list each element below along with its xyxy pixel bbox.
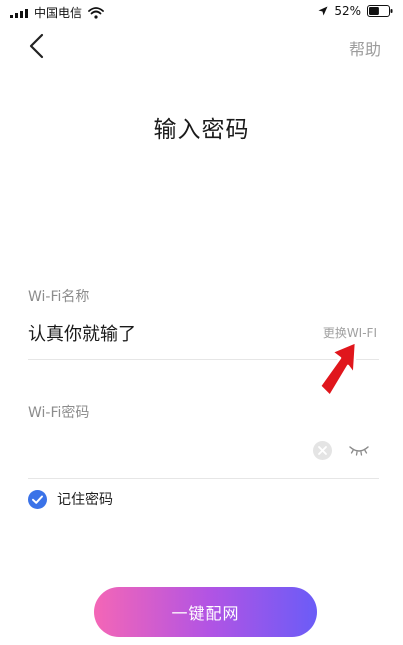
one-click-connect-button[interactable]: 一键配网 [94,587,317,637]
wifi-name-label: Wi-Fi名称 [28,289,90,305]
status-left: 中国电信 [10,4,104,21]
wifi-name-value: 认真你就输了 [28,324,136,345]
connect-button-label: 一键配网 [171,604,240,623]
page-title: 输入密码 [153,117,250,143]
wifi-password-input[interactable] [28,438,298,464]
divider [28,478,379,479]
eye-closed-icon[interactable] [348,443,370,457]
clear-circle-icon[interactable] [313,441,332,460]
location-arrow-icon [318,6,328,16]
red-arrow-icon [318,340,358,398]
status-right: 52% [318,4,393,18]
back-icon[interactable] [26,33,48,59]
check-circle-icon[interactable] [28,489,47,509]
status-bar: 中国电信 52% [0,0,403,24]
battery-icon [367,5,393,17]
signal-strength-icon [10,8,28,18]
battery-percent: 52% [334,4,361,18]
wifi-password-label: Wi-Fi密码 [28,405,90,421]
remember-password-label: 记住密码 [57,492,113,508]
carrier-name: 中国电信 [34,6,83,20]
remember-password-option[interactable]: 记住密码 [28,489,113,509]
help-button[interactable]: 帮助 [349,36,381,60]
wifi-icon [88,6,104,19]
